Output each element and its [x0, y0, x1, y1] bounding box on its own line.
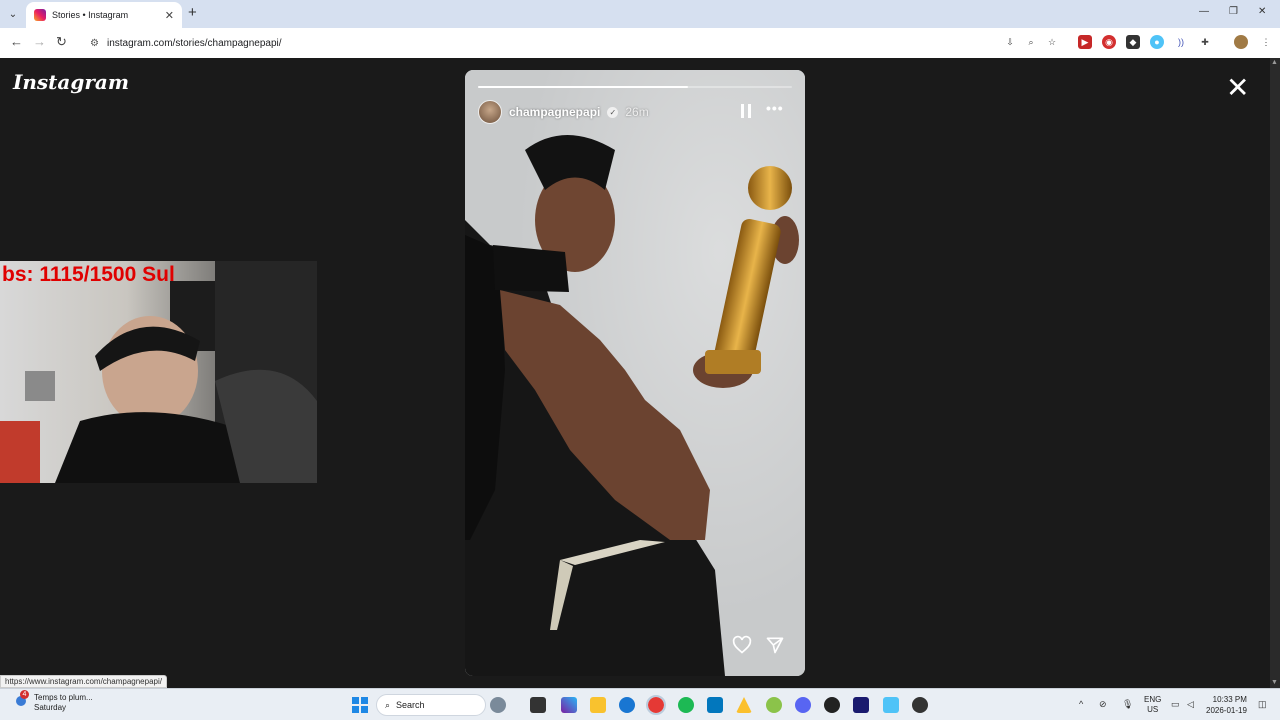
app-4k-icon[interactable] — [824, 697, 840, 713]
tray-volume-icon[interactable]: ◁ — [1187, 699, 1194, 710]
close-story-button[interactable]: ✕ — [1226, 74, 1249, 102]
warning-app-icon[interactable] — [736, 697, 752, 713]
windows-taskbar: 4 Temps to plum... Saturday ⌕ Search ^ ⊘… — [0, 688, 1280, 720]
tab-stories-instagram[interactable]: Stories • Instagram ✕ — [26, 2, 182, 28]
url-text: instagram.com/stories/champagnepapi/ — [106, 37, 282, 49]
story-progress-bar — [478, 86, 792, 88]
weather-subtitle: Saturday — [34, 703, 67, 712]
instagram-story-page: Instagram ✕ champagnepapi ✓ 26m ••• bs: … — [0, 58, 1270, 688]
forward-icon[interactable]: → — [33, 34, 46, 50]
zoom-icon[interactable]: ⌕ — [1024, 35, 1038, 49]
page-scrollbar[interactable] — [1270, 58, 1280, 688]
task-view-icon[interactable] — [530, 697, 546, 713]
clock-time: 10:33 PM — [1212, 695, 1247, 704]
clock-date: 2026-01-19 — [1206, 706, 1247, 715]
search-label: Search — [396, 700, 425, 710]
install-app-icon[interactable]: ⇩ — [1003, 35, 1017, 49]
weather-title: Temps to plum... — [34, 693, 93, 702]
tray-mic-icon[interactable]: 🎙 — [1122, 699, 1133, 710]
back-icon[interactable]: ← — [10, 34, 23, 50]
notepad-icon[interactable] — [883, 697, 899, 713]
story-time: 26m — [625, 105, 649, 119]
tab-strip: ⌄ Stories • Instagram ✕ + — ❐ ✕ — [0, 0, 1280, 28]
edge-icon[interactable] — [619, 697, 635, 713]
tab-search-button[interactable]: ⌄ — [4, 5, 22, 23]
extension-audio-icon[interactable]: )) — [1174, 35, 1188, 49]
chrome-icon[interactable] — [646, 695, 666, 715]
hover-url-status: https://www.instagram.com/champagnepapi/ — [0, 675, 167, 688]
premiere-pro-icon[interactable] — [853, 697, 869, 713]
discord-icon[interactable] — [795, 697, 811, 713]
webcam-overlay: bs: 1115/1500 Sul — [0, 261, 317, 483]
extension-red-icon[interactable]: ▶ — [1078, 35, 1092, 49]
windows-start-icon[interactable] — [352, 697, 368, 713]
weather-icon: 4 — [14, 690, 29, 707]
sub-goal-text: bs: 1115/1500 Sul — [2, 263, 175, 286]
extension-dark-icon[interactable]: ◆ — [1126, 35, 1140, 49]
site-info-icon[interactable]: ⚙ — [90, 38, 99, 49]
weather-badge: 4 — [20, 690, 29, 699]
pause-icon[interactable] — [741, 104, 751, 118]
spotify-icon[interactable] — [678, 697, 694, 713]
avatar[interactable] — [478, 100, 502, 124]
extension-circle-icon[interactable]: ◉ — [1102, 35, 1116, 49]
language-top: ENG — [1144, 695, 1162, 704]
tray-chevron-icon[interactable]: ^ — [1079, 699, 1083, 709]
file-explorer-icon[interactable] — [590, 697, 606, 713]
app-window-icon[interactable] — [707, 697, 723, 713]
more-options-icon[interactable]: ••• — [766, 100, 784, 116]
language-bottom: US — [1147, 705, 1159, 714]
browser-menu-icon[interactable]: ⋮ — [1259, 35, 1273, 49]
search-highlight-icon[interactable] — [490, 697, 506, 713]
restore-button[interactable]: ❐ — [1229, 6, 1238, 17]
tab-close-button[interactable]: ✕ — [165, 9, 174, 22]
instagram-logo[interactable]: Instagram — [13, 70, 129, 94]
tab-title: Stories • Instagram — [52, 10, 129, 20]
bookmark-star-icon[interactable]: ☆ — [1045, 35, 1059, 49]
reload-icon[interactable]: ↻ — [56, 34, 67, 50]
story-image — [465, 70, 805, 676]
language-indicator[interactable]: ENG US — [1144, 695, 1161, 715]
scroll-up-icon[interactable]: ▲ — [1271, 59, 1278, 66]
instagram-favicon-icon — [34, 9, 46, 21]
taskbar-search-box[interactable]: ⌕ Search — [376, 694, 486, 716]
new-tab-button[interactable]: + — [188, 5, 197, 21]
story-progress-fill — [478, 86, 689, 88]
window-close-button[interactable]: ✕ — [1258, 6, 1266, 17]
app-green-icon[interactable] — [766, 697, 782, 713]
story-username[interactable]: champagnepapi — [509, 105, 600, 119]
obs-icon[interactable] — [912, 697, 928, 713]
story-viewer[interactable]: champagnepapi ✓ 26m ••• — [465, 70, 805, 676]
profile-avatar-icon[interactable] — [1234, 35, 1248, 49]
scroll-down-icon[interactable]: ▼ — [1271, 679, 1278, 686]
notification-bell-icon[interactable]: ◫ — [1258, 699, 1267, 710]
search-icon: ⌕ — [385, 699, 391, 710]
extension-blue-icon[interactable]: ● — [1150, 35, 1164, 49]
verified-badge-icon: ✓ — [607, 106, 619, 118]
weather-widget[interactable]: 4 Temps to plum... Saturday — [14, 690, 93, 713]
taskbar-clock[interactable]: 10:33 PM 2026-01-19 — [1206, 694, 1247, 716]
heart-icon[interactable] — [732, 635, 752, 655]
extensions-puzzle-icon[interactable]: ✚ — [1198, 35, 1212, 49]
send-icon[interactable] — [765, 635, 785, 655]
minimize-button[interactable]: — — [1199, 6, 1209, 17]
tray-network-icon[interactable]: ⊘ — [1099, 699, 1107, 710]
copilot-icon[interactable] — [561, 697, 577, 713]
browser-chrome: ⌄ Stories • Instagram ✕ + — ❐ ✕ ← → ↻ ⚙ … — [0, 0, 1280, 58]
webcam-person-image — [0, 261, 317, 483]
tray-display-icon[interactable]: ▭ — [1171, 699, 1180, 710]
browser-toolbar: ← → ↻ ⚙ instagram.com/stories/champagnep… — [0, 28, 1280, 58]
